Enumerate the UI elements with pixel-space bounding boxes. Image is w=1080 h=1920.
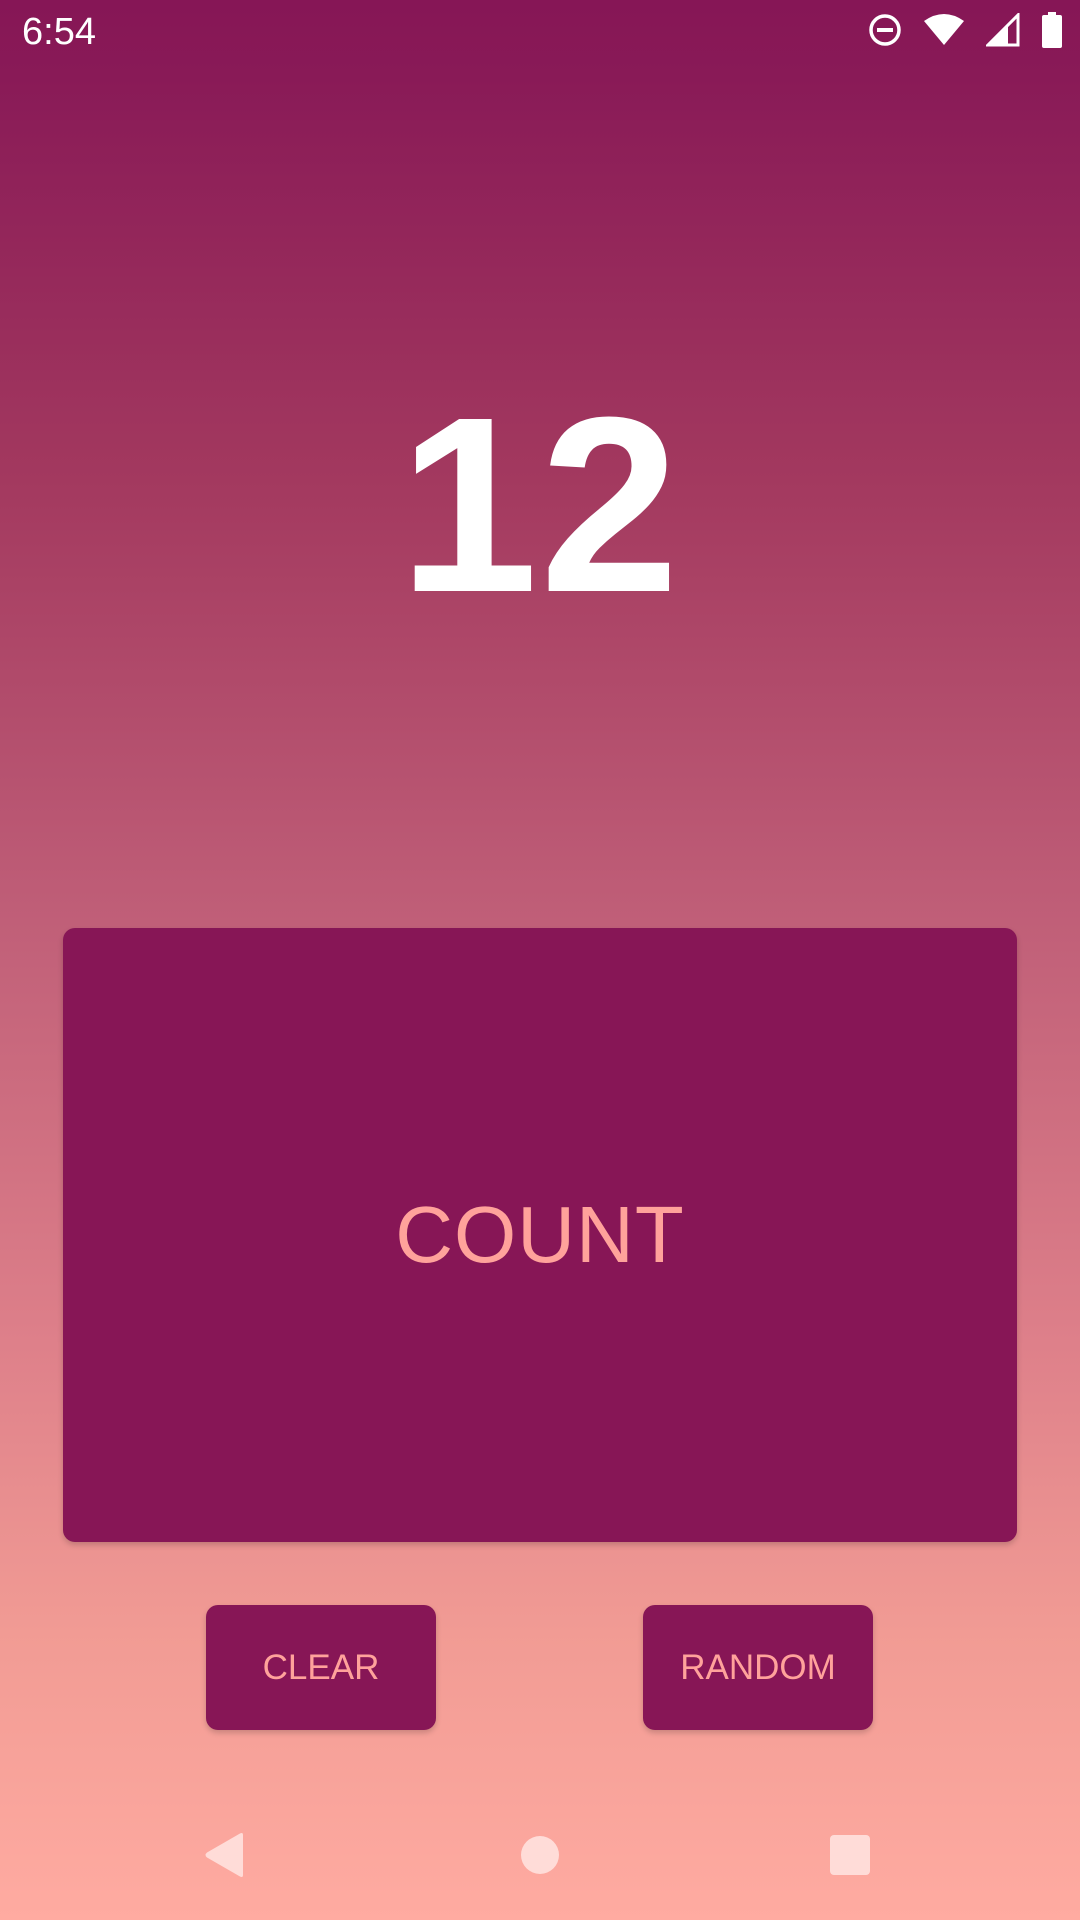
back-icon <box>203 1831 247 1884</box>
count-button[interactable]: COUNT <box>63 928 1017 1542</box>
cell-signal-icon <box>984 10 1020 52</box>
random-button[interactable]: RANDOM <box>643 1605 873 1730</box>
nav-back-button[interactable] <box>165 1794 285 1920</box>
navigation-bar <box>0 1794 1080 1920</box>
nav-recents-button[interactable] <box>790 1794 910 1920</box>
clear-button-label: CLEAR <box>262 1647 380 1687</box>
status-bar: 6:54 <box>0 0 1080 63</box>
recents-icon <box>829 1834 871 1881</box>
wifi-icon <box>924 13 964 52</box>
battery-icon <box>1042 11 1062 53</box>
clear-button[interactable]: CLEAR <box>206 1605 436 1730</box>
nav-home-button[interactable] <box>480 1794 600 1920</box>
status-time: 6:54 <box>22 11 96 53</box>
status-icons <box>868 10 1062 53</box>
counter-value: 12 <box>398 365 682 644</box>
home-icon <box>520 1835 560 1880</box>
random-button-label: RANDOM <box>680 1647 836 1687</box>
do-not-disturb-icon <box>868 13 902 52</box>
count-button-label: COUNT <box>395 1190 685 1279</box>
